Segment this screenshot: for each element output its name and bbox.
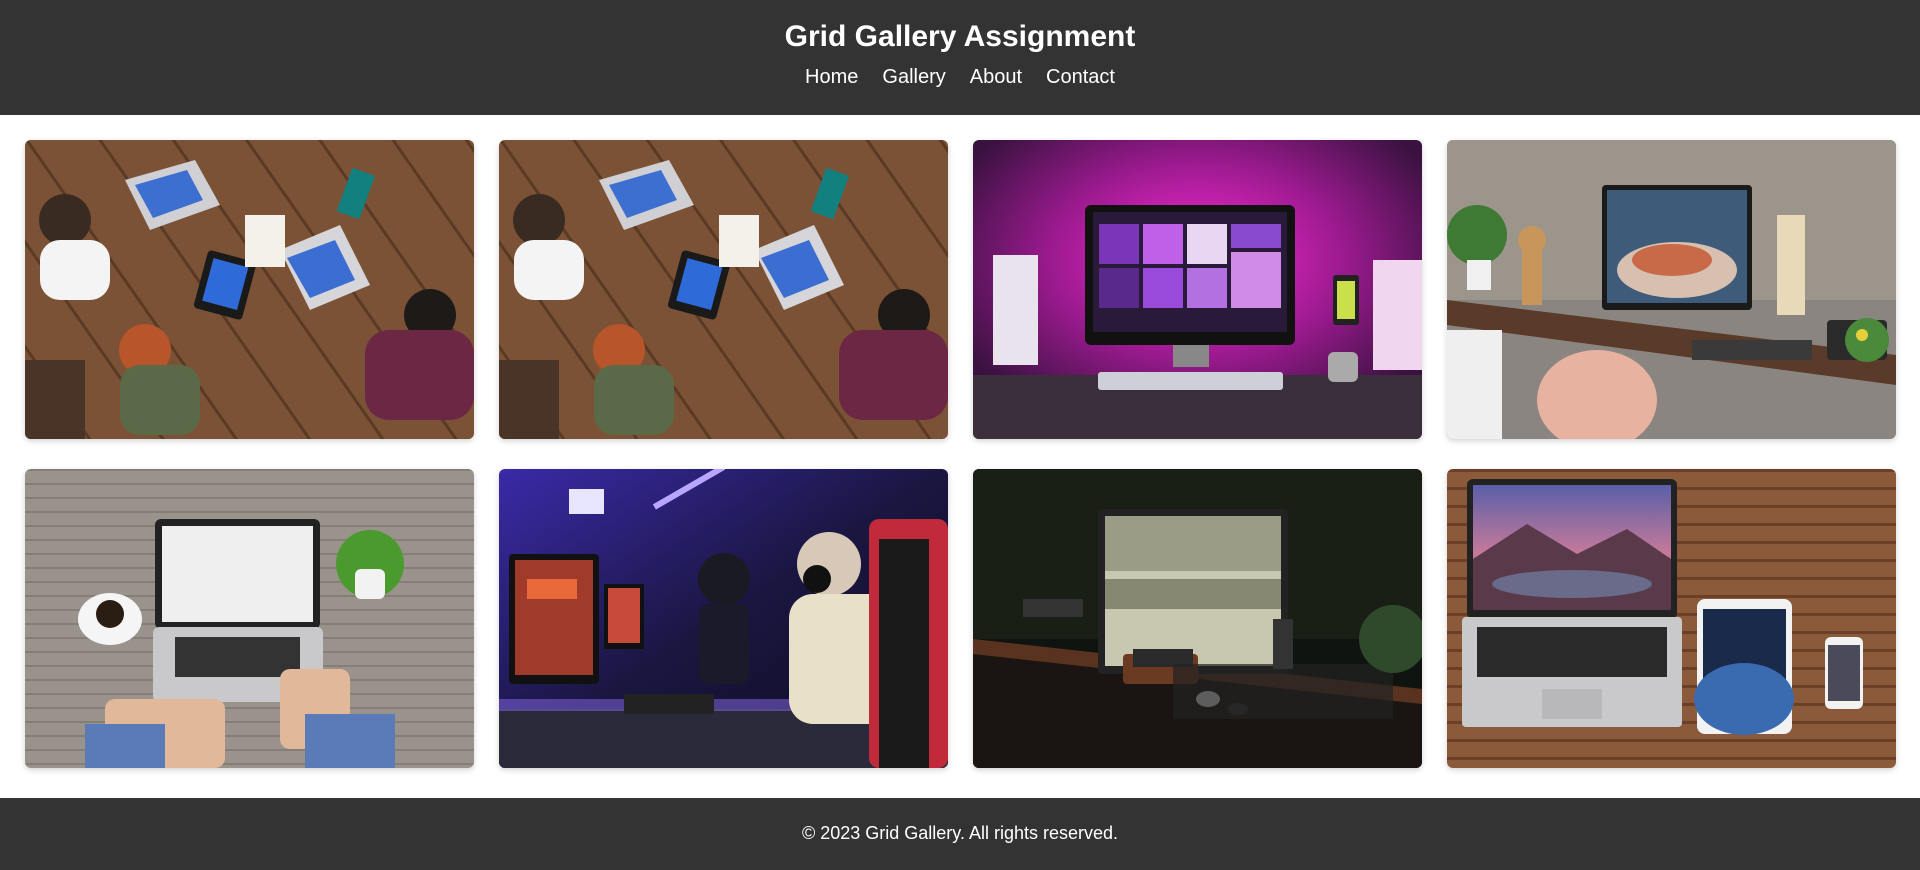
nav-link-about[interactable]: About <box>970 64 1022 90</box>
nav-link-home[interactable]: Home <box>805 64 858 90</box>
gallery-grid <box>0 115 1920 798</box>
page-title: Grid Gallery Assignment <box>784 20 1136 53</box>
nav-link-contact[interactable]: Contact <box>1046 64 1115 90</box>
apple-devices-photo[interactable] <box>1447 469 1896 768</box>
nav-link-gallery[interactable]: Gallery <box>882 64 945 90</box>
dark-desk-monitor-photo[interactable] <box>973 469 1422 768</box>
pink-desk-setup-photo[interactable] <box>973 140 1422 439</box>
footer-copyright: © 2023 Grid Gallery. All rights reserved… <box>801 823 1119 843</box>
site-header: Grid Gallery Assignment Home Gallery Abo… <box>0 0 1920 115</box>
main-nav: Home Gallery About Contact <box>0 64 1920 90</box>
laptop-coffee-desk-photo[interactable] <box>25 469 474 768</box>
home-office-desk-photo[interactable] <box>1447 140 1896 439</box>
site-footer: © 2023 Grid Gallery. All rights reserved… <box>0 798 1920 870</box>
gaming-esports-photo[interactable] <box>499 469 948 768</box>
team-meeting-photo[interactable] <box>499 140 948 439</box>
team-meeting-photo[interactable] <box>25 140 474 439</box>
